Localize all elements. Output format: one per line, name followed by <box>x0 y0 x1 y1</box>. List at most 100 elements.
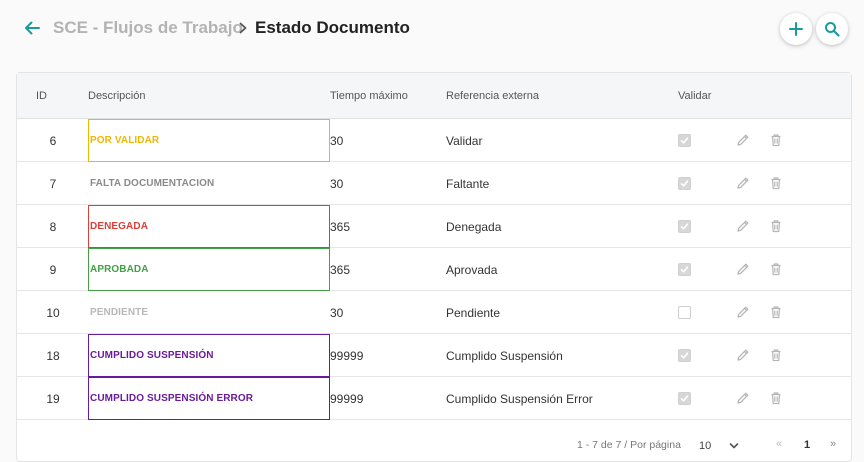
page-number-button[interactable]: 1 <box>804 439 810 451</box>
status-label: PENDIENTE <box>90 307 149 318</box>
cell-id: 9 <box>49 262 57 277</box>
validate-checkbox[interactable] <box>678 263 691 276</box>
trash-icon <box>771 349 781 362</box>
check-icon <box>680 223 689 230</box>
cell-id: 7 <box>49 176 57 191</box>
header-max-time[interactable]: Tiempo máximo <box>330 90 408 102</box>
table-row[interactable]: 19 CUMPLIDO SUSPENSIÓN ERROR 99999 Cumplido… <box>17 377 851 420</box>
header-id[interactable]: ID <box>36 90 47 102</box>
pencil-icon <box>737 177 749 189</box>
table-row[interactable]: 7 FALTA DOCUMENTACION 30 Faltante <box>17 162 851 205</box>
cell-external-ref: Cumplido Suspensión Error <box>446 391 593 406</box>
cell-external-ref: Validar <box>446 133 483 148</box>
delete-button[interactable] <box>768 390 784 406</box>
chevron-right-icon <box>236 19 250 37</box>
validate-checkbox[interactable] <box>678 306 691 319</box>
next-page-button[interactable]: » <box>830 438 836 450</box>
cell-max-time: 30 <box>330 305 344 320</box>
cell-max-time: 99999 <box>330 348 364 363</box>
edit-button[interactable] <box>735 132 751 148</box>
check-icon <box>680 180 689 187</box>
cell-external-ref: Cumplido Suspensión <box>446 348 563 363</box>
cell-max-time: 99999 <box>330 391 364 406</box>
page-size-value: 10 <box>699 440 712 452</box>
page-size-select[interactable]: 10 <box>696 436 739 456</box>
plus-icon <box>789 22 803 36</box>
table-row[interactable]: 6 POR VALIDAR 30 Validar <box>17 119 851 162</box>
pencil-icon <box>737 349 749 361</box>
cell-id: 6 <box>49 133 57 148</box>
validate-checkbox[interactable] <box>678 220 691 233</box>
trash-icon <box>771 263 781 276</box>
trash-icon <box>771 220 781 233</box>
cell-id: 19 <box>46 391 60 406</box>
cell-max-time: 30 <box>330 176 344 191</box>
cell-id: 8 <box>49 219 57 234</box>
table-row[interactable]: 8 DENEGADA 365 Denegada <box>17 205 851 248</box>
search-icon <box>825 22 840 37</box>
edit-button[interactable] <box>735 347 751 363</box>
trash-icon <box>771 306 781 319</box>
edit-button[interactable] <box>735 390 751 406</box>
header-validate[interactable]: Validar <box>678 90 711 102</box>
chevron-down-icon <box>729 442 739 450</box>
cell-id: 18 <box>46 348 60 363</box>
page-title: Estado Documento <box>255 18 410 37</box>
header-external-ref[interactable]: Referencia externa <box>446 90 539 102</box>
check-icon <box>680 395 689 402</box>
states-table-card: ID Descripción Tiempo máximo Referencia … <box>16 72 852 462</box>
edit-button[interactable] <box>735 261 751 277</box>
cell-max-time: 30 <box>330 133 344 148</box>
status-label: POR VALIDAR <box>88 119 330 162</box>
check-icon <box>680 352 689 359</box>
pencil-icon <box>737 220 749 232</box>
table-header: ID Descripción Tiempo máximo Referencia … <box>17 73 851 119</box>
trash-icon <box>771 134 781 147</box>
check-icon <box>680 137 689 144</box>
check-icon <box>680 266 689 273</box>
status-label: APROBADA <box>88 248 330 291</box>
validate-checkbox[interactable] <box>678 134 691 147</box>
status-label: CUMPLIDO SUSPENSIÓN <box>88 334 330 377</box>
delete-button[interactable] <box>768 304 784 320</box>
edit-button[interactable] <box>735 304 751 320</box>
pagination: 1 - 7 de 7 / Por página 10 « 1 » <box>17 431 851 461</box>
pencil-icon <box>737 263 749 275</box>
trash-icon <box>771 177 781 190</box>
cell-external-ref: Denegada <box>446 219 502 234</box>
table-row[interactable]: 18 CUMPLIDO SUSPENSIÓN 99999 Cumplido Suspe… <box>17 334 851 377</box>
header-description[interactable]: Descripción <box>88 90 145 102</box>
table-row[interactable]: 9 APROBADA 365 Aprovada <box>17 248 851 291</box>
pencil-icon <box>737 134 749 146</box>
trash-icon <box>771 392 781 405</box>
pagination-range: 1 - 7 de 7 / Por página <box>577 439 681 451</box>
status-label: DENEGADA <box>88 205 330 248</box>
back-button[interactable] <box>21 17 43 39</box>
validate-checkbox[interactable] <box>678 392 691 405</box>
cell-external-ref: Aprovada <box>446 262 498 277</box>
add-button[interactable] <box>780 13 812 45</box>
delete-button[interactable] <box>768 218 784 234</box>
search-button[interactable] <box>816 13 848 45</box>
cell-max-time: 365 <box>330 262 351 277</box>
breadcrumb-parent-link[interactable]: SCE - Flujos de Trabajo <box>53 18 243 38</box>
status-label: FALTA DOCUMENTACION <box>90 178 215 189</box>
validate-checkbox[interactable] <box>678 177 691 190</box>
delete-button[interactable] <box>768 347 784 363</box>
delete-button[interactable] <box>768 175 784 191</box>
cell-external-ref: Pendiente <box>446 305 501 320</box>
prev-page-button[interactable]: « <box>776 438 782 450</box>
arrow-left-icon <box>25 21 40 35</box>
table-row[interactable]: 10 PENDIENTE 30 Pendiente <box>17 291 851 334</box>
delete-button[interactable] <box>768 261 784 277</box>
status-label: CUMPLIDO SUSPENSIÓN ERROR <box>88 377 330 420</box>
pencil-icon <box>737 306 749 318</box>
delete-button[interactable] <box>768 132 784 148</box>
cell-id: 10 <box>46 305 60 320</box>
cell-external-ref: Faltante <box>446 176 490 191</box>
edit-button[interactable] <box>735 175 751 191</box>
pencil-icon <box>737 392 749 404</box>
validate-checkbox[interactable] <box>678 349 691 362</box>
edit-button[interactable] <box>735 218 751 234</box>
cell-max-time: 365 <box>330 219 351 234</box>
